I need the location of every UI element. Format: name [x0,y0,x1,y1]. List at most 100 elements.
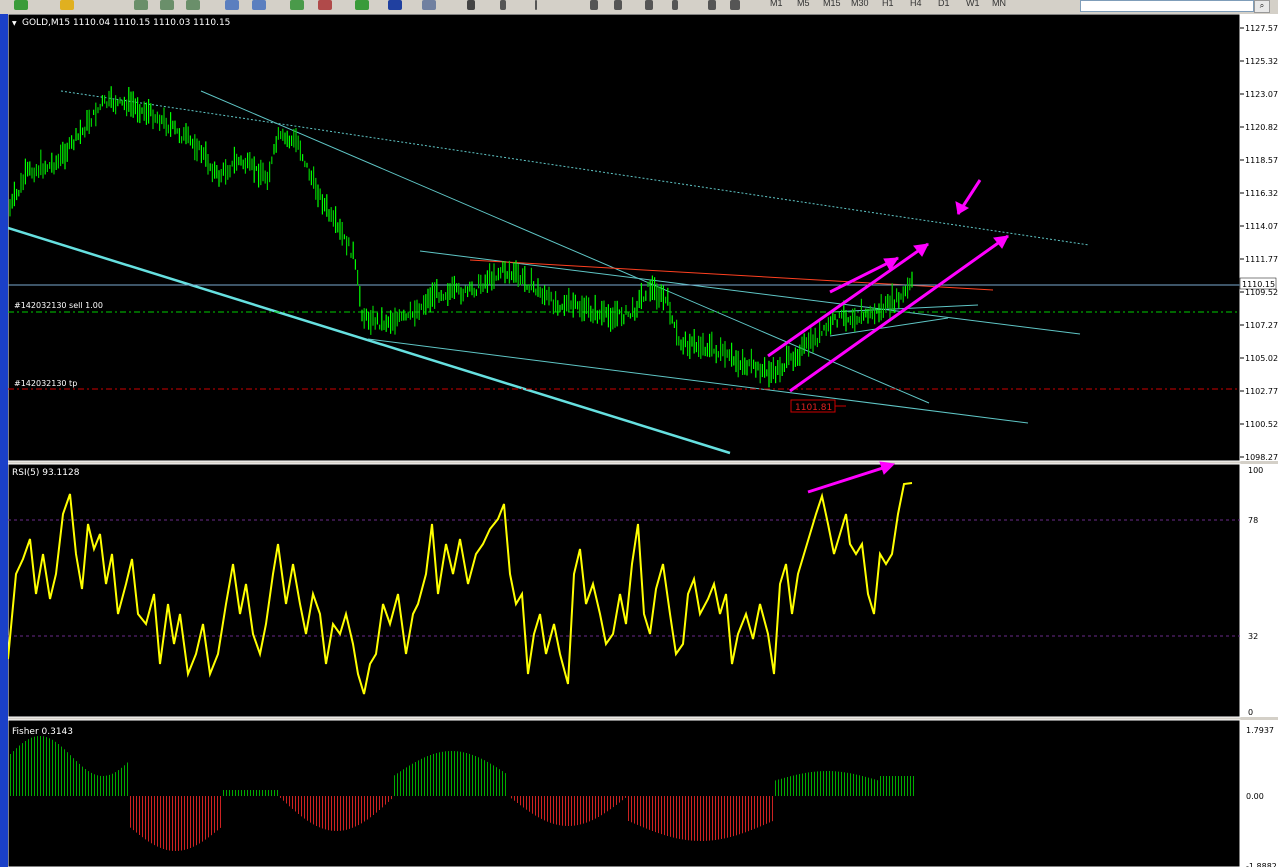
price-axis-label: 1127.57 [1245,24,1278,33]
fisher-bar [619,796,620,803]
timeframe-m30[interactable]: M30 [851,0,869,8]
rsi-axis [1240,464,1278,717]
fisher-bar [235,790,236,796]
timeframe-h4[interactable]: H4 [910,0,922,8]
fisher-bar [844,772,845,796]
timeframe-m15[interactable]: M15 [823,0,841,8]
trendline-icon[interactable] [590,0,598,10]
fisher-bar [484,760,485,796]
fisher-bar [247,790,248,796]
fisher-bar [700,796,701,841]
price-axis-label: 1098.27 [1245,453,1278,462]
fisher-bar [583,796,584,824]
more-tools-icon[interactable] [730,0,740,10]
fisher-bar [292,796,293,809]
indicators-icon[interactable] [355,0,369,10]
fisher-bar [352,796,353,828]
rsi-axis-label: 78 [1248,516,1258,525]
zoom-out-icon[interactable] [252,0,266,10]
timeframe-w1[interactable]: W1 [966,0,980,8]
timeframe-mn[interactable]: MN [992,0,1006,8]
fisher-bar [160,796,161,848]
fisher-bar [190,796,191,848]
fisher-bar [265,790,266,796]
fisher-bar [883,776,884,796]
line-chart-icon[interactable] [186,0,200,10]
price-axis-label: 1120.82 [1245,123,1278,132]
fisher-bar [682,796,683,840]
fisher-pane[interactable] [8,719,1241,867]
equidistant-channel-icon[interactable] [614,0,622,10]
zoom-in-icon[interactable] [225,0,239,10]
crosshair-icon[interactable] [500,0,506,10]
fisher-bar [31,737,32,796]
price-axis-label: 1123.07 [1245,90,1278,99]
tile-windows-icon[interactable] [290,0,304,10]
fisher-bar [163,796,164,849]
fisher-bar [430,755,431,796]
timeframe-m1[interactable]: M1 [770,0,783,8]
fibonacci-icon[interactable] [645,0,653,10]
timeframe-d1[interactable]: D1 [938,0,950,8]
fisher-bar [646,796,647,829]
timeframe-m5[interactable]: M5 [797,0,810,8]
fisher-bar [847,772,848,796]
fisher-bar [142,796,143,838]
fisher-bar [40,736,41,796]
fisher-bar [220,796,221,828]
price-axis-label: 1105.02 [1245,354,1278,363]
periods-icon[interactable] [388,0,402,10]
templates-icon[interactable] [422,0,436,10]
price-axis-label: 1100.52 [1245,420,1278,429]
fisher-bar [769,796,770,823]
arrow-tool-icon[interactable] [708,0,716,10]
vertical-line-icon[interactable] [535,0,537,10]
fisher-bar [604,796,605,814]
fisher-bar [187,796,188,850]
cursor-icon[interactable] [467,0,475,10]
timeframe-h1[interactable]: H1 [882,0,894,8]
collapse-arrow-icon[interactable]: ▼ [12,20,17,27]
fisher-bar [472,754,473,796]
fisher-bar [709,796,710,841]
fisher-bar [877,780,878,796]
fisher-bar [655,796,656,833]
text-tool-icon[interactable] [672,0,678,10]
fisher-bar [853,773,854,796]
fisher-bar [628,796,629,821]
fisher-bar [658,796,659,834]
fisher-bar [448,751,449,796]
fisher-bar [16,748,17,796]
fisher-bar [46,737,47,796]
fisher-bar [559,796,560,826]
price-pane[interactable] [8,14,1241,462]
chart-window[interactable]: ▼ GOLD,M15 1110.04 1110.15 1110.03 1110.… [8,14,1278,867]
fisher-bar [202,796,203,842]
fisher-bar [208,796,209,838]
fisher-bar [742,796,743,834]
fisher-bar [511,796,512,799]
new-chart-icon[interactable] [14,0,28,10]
fisher-bar [751,796,752,830]
rsi-pane[interactable] [8,463,1241,718]
fisher-bar [262,790,263,796]
fisher-bar [382,796,383,808]
fisher-bar [703,796,704,841]
fisher-bar [97,775,98,796]
fisher-bar [13,751,14,796]
fisher-bar [19,745,20,796]
fisher-bar [412,763,413,796]
fisher-bar [673,796,674,838]
candlestick-icon[interactable] [160,0,174,10]
fisher-bar [364,796,365,822]
rsi-axis-label: 0 [1248,708,1253,717]
chart-bar-icon[interactable] [134,0,148,10]
search-input[interactable] [1080,0,1254,12]
fisher-bar [529,796,530,812]
autoscroll-icon[interactable] [318,0,332,10]
favorites-icon[interactable] [60,0,74,10]
fisher-bar [115,772,116,796]
fisher-bar [307,796,308,821]
search-icon[interactable]: ⌕ [1254,0,1270,13]
fisher-bar [361,796,362,824]
